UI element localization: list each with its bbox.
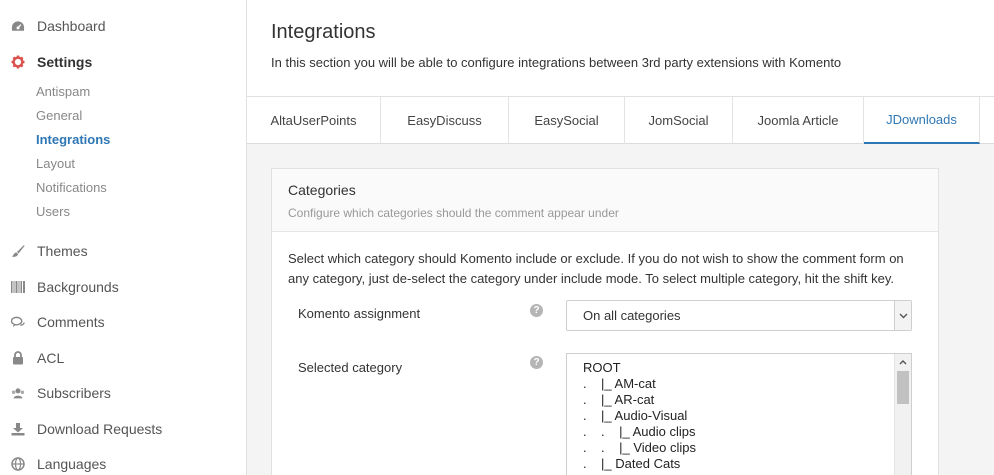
sidebar-subitem-antispam[interactable]: Antispam (36, 84, 90, 99)
app-window: Dashboard Settings Antispam General Inte… (0, 0, 994, 475)
page-description: In this section you will be able to conf… (271, 55, 842, 70)
main-content: Integrations In this section you will be… (247, 0, 994, 475)
selected-category-label: Selected category (298, 360, 403, 375)
barcode-icon (11, 280, 25, 294)
chevron-down-icon (894, 301, 911, 330)
comments-icon (11, 315, 25, 329)
sidebar: Dashboard Settings Antispam General Inte… (0, 0, 247, 475)
sidebar-item-label: ACL (37, 350, 65, 366)
sidebar-item-label: Dashboard (37, 18, 106, 34)
users-icon (11, 386, 25, 400)
list-item[interactable]: . |_ Dated Cats (583, 456, 680, 471)
chevron-up-icon[interactable] (895, 354, 911, 370)
sidebar-item-label: Languages (37, 456, 107, 472)
tab-easysocial[interactable]: EasySocial (509, 97, 625, 144)
globe-icon (11, 457, 25, 471)
tab-easydiscuss[interactable]: EasyDiscuss (381, 97, 509, 144)
list-item[interactable]: . |_ AM-cat (583, 376, 656, 391)
list-item[interactable]: ROOT (583, 360, 621, 375)
sidebar-item-languages[interactable]: Languages (0, 449, 246, 475)
sidebar-item-subscribers[interactable]: Subscribers (0, 378, 246, 408)
sidebar-subitem-notifications[interactable]: Notifications (36, 180, 107, 195)
sidebar-subitem-integrations[interactable]: Integrations (36, 132, 110, 147)
page-title: Integrations (271, 21, 376, 43)
sidebar-item-download-requests[interactable]: Download Requests (0, 414, 246, 444)
tab-jdownloads[interactable]: JDownloads (864, 97, 980, 144)
integration-tabs: AltaUserPoints EasyDiscuss EasySocial Jo… (247, 97, 994, 144)
sidebar-subitem-layout[interactable]: Layout (36, 156, 75, 171)
panel-instructions: Select which category should Komento inc… (288, 251, 904, 286)
gear-icon (11, 55, 25, 69)
page-header: Integrations In this section you will be… (247, 0, 994, 97)
sidebar-item-label: Download Requests (37, 421, 163, 437)
download-icon (11, 422, 25, 436)
tab-jomsocial[interactable]: JomSocial (625, 97, 733, 144)
panel-title: Categories (288, 182, 356, 198)
komento-assignment-select[interactable]: On all categories (566, 300, 912, 331)
lock-icon (11, 351, 25, 365)
komento-assignment-label: Komento assignment (298, 306, 421, 321)
dashboard-icon (11, 19, 25, 33)
brush-icon (11, 244, 25, 258)
panel-subtitle: Configure which categories should the co… (288, 206, 619, 220)
sidebar-item-label: Themes (37, 243, 88, 259)
scrollbar[interactable] (894, 354, 911, 475)
list-item[interactable]: . |_ Audio-Visual (583, 408, 687, 423)
sidebar-subitem-users[interactable]: Users (36, 204, 70, 219)
list-item[interactable]: . |_ AR-cat (583, 392, 654, 407)
categories-panel: Categories Configure which categories sh… (271, 168, 939, 475)
help-icon[interactable]: ? (530, 356, 543, 369)
tab-joomla-article[interactable]: Joomla Article (733, 97, 864, 144)
scroll-thumb[interactable] (897, 371, 909, 404)
sidebar-item-label: Subscribers (37, 385, 111, 401)
sidebar-item-themes[interactable]: Themes (0, 236, 246, 266)
category-multiselect[interactable]: ROOT . |_ AM-cat . |_ AR-cat . |_ Audio-… (566, 353, 912, 475)
help-icon[interactable]: ? (530, 304, 543, 317)
sidebar-item-label: Settings (37, 54, 93, 70)
sidebar-item-dashboard[interactable]: Dashboard (0, 11, 246, 41)
sidebar-item-backgrounds[interactable]: Backgrounds (0, 272, 246, 302)
panel-header: Categories Configure which categories sh… (272, 169, 938, 232)
list-item[interactable]: . . |_ Video clips (583, 440, 696, 455)
sidebar-item-label: Comments (37, 314, 105, 330)
sidebar-subitem-general[interactable]: General (36, 108, 82, 123)
tab-altauserpoints[interactable]: AltaUserPoints (247, 97, 381, 144)
sidebar-item-label: Backgrounds (37, 279, 119, 295)
select-value: On all categories (583, 308, 681, 323)
list-item[interactable]: . . |_ Audio clips (583, 424, 696, 439)
sidebar-item-comments[interactable]: Comments (0, 307, 246, 337)
sidebar-item-acl[interactable]: ACL (0, 343, 246, 373)
sidebar-item-settings[interactable]: Settings (0, 47, 246, 77)
